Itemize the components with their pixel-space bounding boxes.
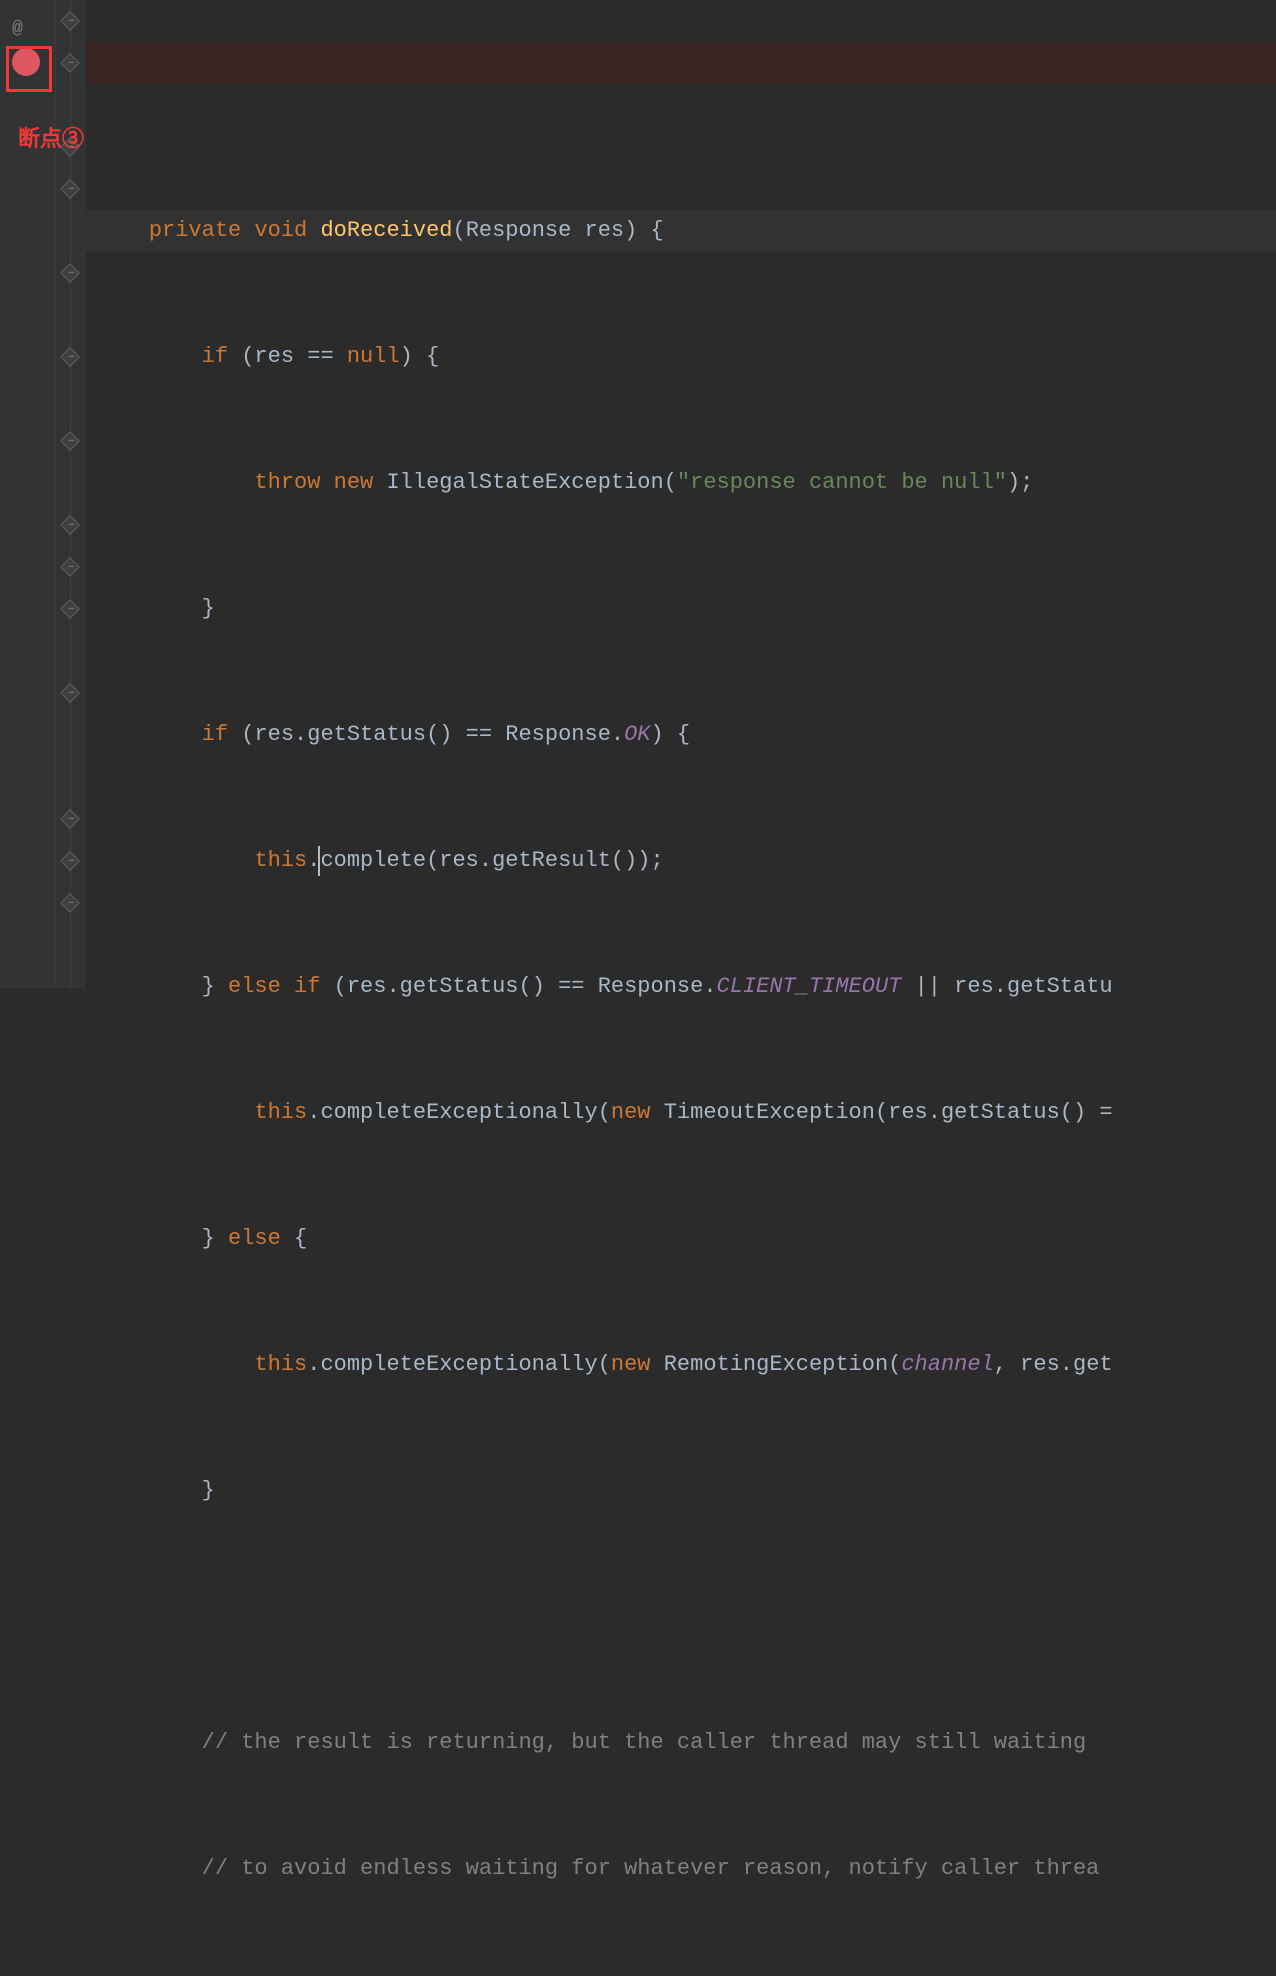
code-area[interactable]: private void doReceived(Response res) { … (86, 0, 1276, 988)
fold-icon[interactable] (60, 515, 80, 535)
code-line[interactable]: if (res.getStatus() == Response.OK) { (96, 714, 1276, 756)
text-caret (318, 846, 320, 876)
fold-icon[interactable] (60, 53, 80, 73)
code-line[interactable] (96, 1596, 1276, 1638)
fold-end-icon[interactable] (60, 557, 80, 577)
fold-icon[interactable] (60, 683, 80, 703)
code-line[interactable]: if (res == null) { (96, 336, 1276, 378)
code-line[interactable]: throw new IllegalStateException("respons… (96, 462, 1276, 504)
code-line[interactable]: } (96, 1470, 1276, 1512)
code-line[interactable]: this.complete(res.getResult()); (96, 840, 1276, 882)
code-line[interactable]: this.completeExceptionally(new RemotingE… (96, 1344, 1276, 1386)
code-line[interactable]: } else if (res.getStatus() == Response.C… (96, 966, 1276, 1008)
fold-icon[interactable] (60, 263, 80, 283)
code-editor: @ (0, 0, 1276, 988)
fold-end-icon[interactable] (60, 851, 80, 871)
code-line[interactable]: if (executor != null && executor instanc… (96, 1974, 1276, 1976)
fold-end-icon[interactable] (60, 809, 80, 829)
fold-end-icon[interactable] (60, 893, 80, 913)
code-line[interactable]: // to avoid endless waiting for whatever… (96, 1848, 1276, 1890)
breakpoint-annotation-label: 断点③ (18, 120, 84, 162)
code-line[interactable]: private void doReceived(Response res) { (96, 210, 1276, 252)
code-line[interactable]: // the result is returning, but the call… (96, 1722, 1276, 1764)
fold-icon[interactable] (60, 347, 80, 367)
fold-end-icon[interactable] (60, 431, 80, 451)
code-line[interactable]: } else { (96, 1218, 1276, 1260)
fold-icon[interactable] (60, 11, 80, 31)
breakpoint-icon[interactable] (12, 48, 40, 76)
fold-icon[interactable] (60, 179, 80, 199)
fold-icon[interactable] (60, 599, 80, 619)
code-line[interactable]: } (96, 588, 1276, 630)
code-line[interactable]: this.completeExceptionally(new TimeoutEx… (96, 1092, 1276, 1134)
